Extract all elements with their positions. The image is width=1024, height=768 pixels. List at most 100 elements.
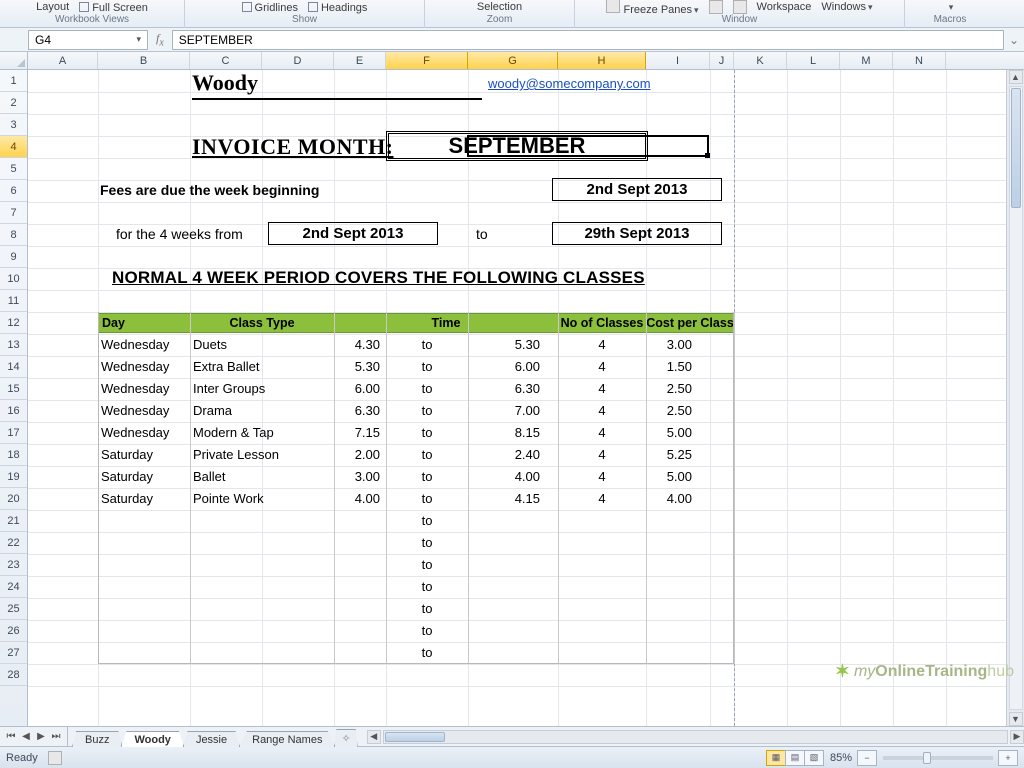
row-header-15[interactable]: 15 — [0, 378, 27, 400]
window-hide-icon[interactable] — [733, 0, 747, 14]
gridlines-checkbox[interactable] — [242, 2, 252, 12]
scroll-up-button[interactable]: ▲ — [1009, 70, 1023, 84]
row-header-24[interactable]: 24 — [0, 576, 27, 598]
fullscreen-checkbox[interactable] — [79, 2, 89, 12]
row-header-7[interactable]: 7 — [0, 202, 27, 224]
view-page-break-button[interactable]: ▧ — [804, 750, 824, 766]
status-ready: Ready — [6, 752, 38, 764]
tab-first-icon[interactable]: ⏮ — [4, 731, 18, 742]
fx-icon[interactable]: fx — [156, 31, 164, 48]
hscroll-thumb[interactable] — [385, 732, 445, 742]
sheet-tab-buzz[interactable]: Buzz — [72, 731, 122, 747]
ribbon: Layout Full Screen Workbook Views Gridli… — [0, 0, 1024, 28]
view-page-layout-button[interactable]: ▤ — [785, 750, 805, 766]
row-header-1[interactable]: 1 — [0, 70, 27, 92]
column-header-F[interactable]: F — [386, 52, 468, 69]
cells-area[interactable]: Woodywoody@somecompany.comINVOICE MONTH:… — [28, 70, 1006, 726]
row-header-2[interactable]: 2 — [0, 92, 27, 114]
invoice-month-label: INVOICE MONTH: — [192, 134, 394, 160]
tab-next-icon[interactable]: ▶ — [34, 731, 48, 742]
grid: 1234567891011121314151617181920212223242… — [0, 70, 1024, 726]
row-header-6[interactable]: 6 — [0, 180, 27, 202]
tab-prev-icon[interactable]: ◀ — [19, 731, 33, 742]
row-header-19[interactable]: 19 — [0, 466, 27, 488]
sheet-tab-bar: ⏮ ◀ ▶ ⏭ BuzzWoodyJessieRange Names✧ ◀ ▶ — [0, 726, 1024, 746]
row-header-8[interactable]: 8 — [0, 224, 27, 246]
column-header-A[interactable]: A — [28, 52, 98, 69]
name-box[interactable]: G4 ▾ — [28, 30, 148, 50]
row-header-23[interactable]: 23 — [0, 554, 27, 576]
sheet-tab-range-names[interactable]: Range Names — [239, 731, 335, 747]
column-header-L[interactable]: L — [787, 52, 840, 69]
row-header-10[interactable]: 10 — [0, 268, 27, 290]
sheet-tab-jessie[interactable]: Jessie — [183, 731, 240, 747]
column-header-I[interactable]: I — [646, 52, 710, 69]
headings-checkbox[interactable] — [308, 2, 318, 12]
save-workspace-button[interactable]: Workspace — [757, 1, 812, 13]
row-header-17[interactable]: 17 — [0, 422, 27, 444]
sheet-tab-woody[interactable]: Woody — [121, 731, 183, 747]
column-header-H[interactable]: H — [558, 52, 646, 69]
group-workbook-views: Workbook Views — [55, 14, 129, 26]
vscroll-thumb[interactable] — [1011, 88, 1021, 208]
row-header-22[interactable]: 22 — [0, 532, 27, 554]
column-header-B[interactable]: B — [98, 52, 190, 69]
group-macros: Macros — [934, 14, 967, 26]
zoom-thumb[interactable] — [923, 752, 931, 764]
column-header-M[interactable]: M — [840, 52, 893, 69]
row-header-5[interactable]: 5 — [0, 158, 27, 180]
zoom-out-button[interactable]: − — [857, 750, 877, 766]
select-all-corner[interactable] — [0, 52, 28, 69]
row-header-28[interactable]: 28 — [0, 664, 27, 686]
range-label: for the 4 weeks from — [116, 226, 243, 242]
switch-windows-button[interactable]: Windows — [821, 1, 866, 13]
row-header-11[interactable]: 11 — [0, 290, 27, 312]
freeze-panes-button[interactable]: Freeze Panes — [624, 4, 692, 16]
vertical-scrollbar[interactable]: ▲ ▼ — [1006, 70, 1024, 726]
hscroll-right-button[interactable]: ▶ — [1010, 730, 1024, 744]
group-show: Show — [292, 14, 317, 26]
email-link[interactable]: woody@somecompany.com — [488, 76, 651, 91]
fullscreen-label: Full Screen — [92, 2, 148, 14]
row-header-20[interactable]: 20 — [0, 488, 27, 510]
column-header-K[interactable]: K — [734, 52, 787, 69]
row-header-26[interactable]: 26 — [0, 620, 27, 642]
row-header-16[interactable]: 16 — [0, 400, 27, 422]
zoom-selection-button[interactable]: Selection — [477, 1, 522, 13]
name-box-dropdown-icon[interactable]: ▾ — [136, 34, 141, 45]
new-sheet-button[interactable]: ✧ — [334, 729, 357, 747]
tab-last-icon[interactable]: ⏭ — [49, 731, 63, 742]
layout-button[interactable]: Layout — [36, 1, 69, 13]
row-header-27[interactable]: 27 — [0, 642, 27, 664]
row-header-25[interactable]: 25 — [0, 598, 27, 620]
window-split-icon[interactable] — [709, 0, 723, 14]
column-header-C[interactable]: C — [190, 52, 262, 69]
view-normal-button[interactable]: ▦ — [766, 750, 786, 766]
row-header-13[interactable]: 13 — [0, 334, 27, 356]
row-header-4[interactable]: 4 — [0, 136, 27, 158]
row-header-18[interactable]: 18 — [0, 444, 27, 466]
row-header-21[interactable]: 21 — [0, 510, 27, 532]
invoice-month-value: SEPTEMBER — [386, 130, 710, 162]
macro-record-icon[interactable] — [48, 751, 62, 765]
row-header-3[interactable]: 3 — [0, 114, 27, 136]
column-header-J[interactable]: J — [710, 52, 734, 69]
row-header-14[interactable]: 14 — [0, 356, 27, 378]
scroll-down-button[interactable]: ▼ — [1009, 712, 1023, 726]
column-header-D[interactable]: D — [262, 52, 334, 69]
row-header-12[interactable]: 12 — [0, 312, 27, 334]
zoom-in-button[interactable]: + — [998, 750, 1018, 766]
column-header-G[interactable]: G — [468, 52, 558, 69]
hscroll-left-button[interactable]: ◀ — [367, 730, 381, 744]
formula-bar[interactable]: SEPTEMBER — [172, 30, 1004, 50]
formula-bar-expand-icon[interactable]: ⌄ — [1004, 33, 1024, 47]
row-header-9[interactable]: 9 — [0, 246, 27, 268]
zoom-slider[interactable] — [883, 756, 993, 760]
section-heading: NORMAL 4 WEEK PERIOD COVERS THE FOLLOWIN… — [112, 268, 645, 288]
column-header-N[interactable]: N — [893, 52, 946, 69]
zoom-level[interactable]: 85% — [830, 752, 852, 764]
column-header-E[interactable]: E — [334, 52, 386, 69]
fees-due-date: 2nd Sept 2013 — [552, 178, 722, 201]
status-bar: Ready ▦ ▤ ▧ 85% − + — [0, 746, 1024, 768]
horizontal-scrollbar[interactable] — [383, 730, 1008, 744]
